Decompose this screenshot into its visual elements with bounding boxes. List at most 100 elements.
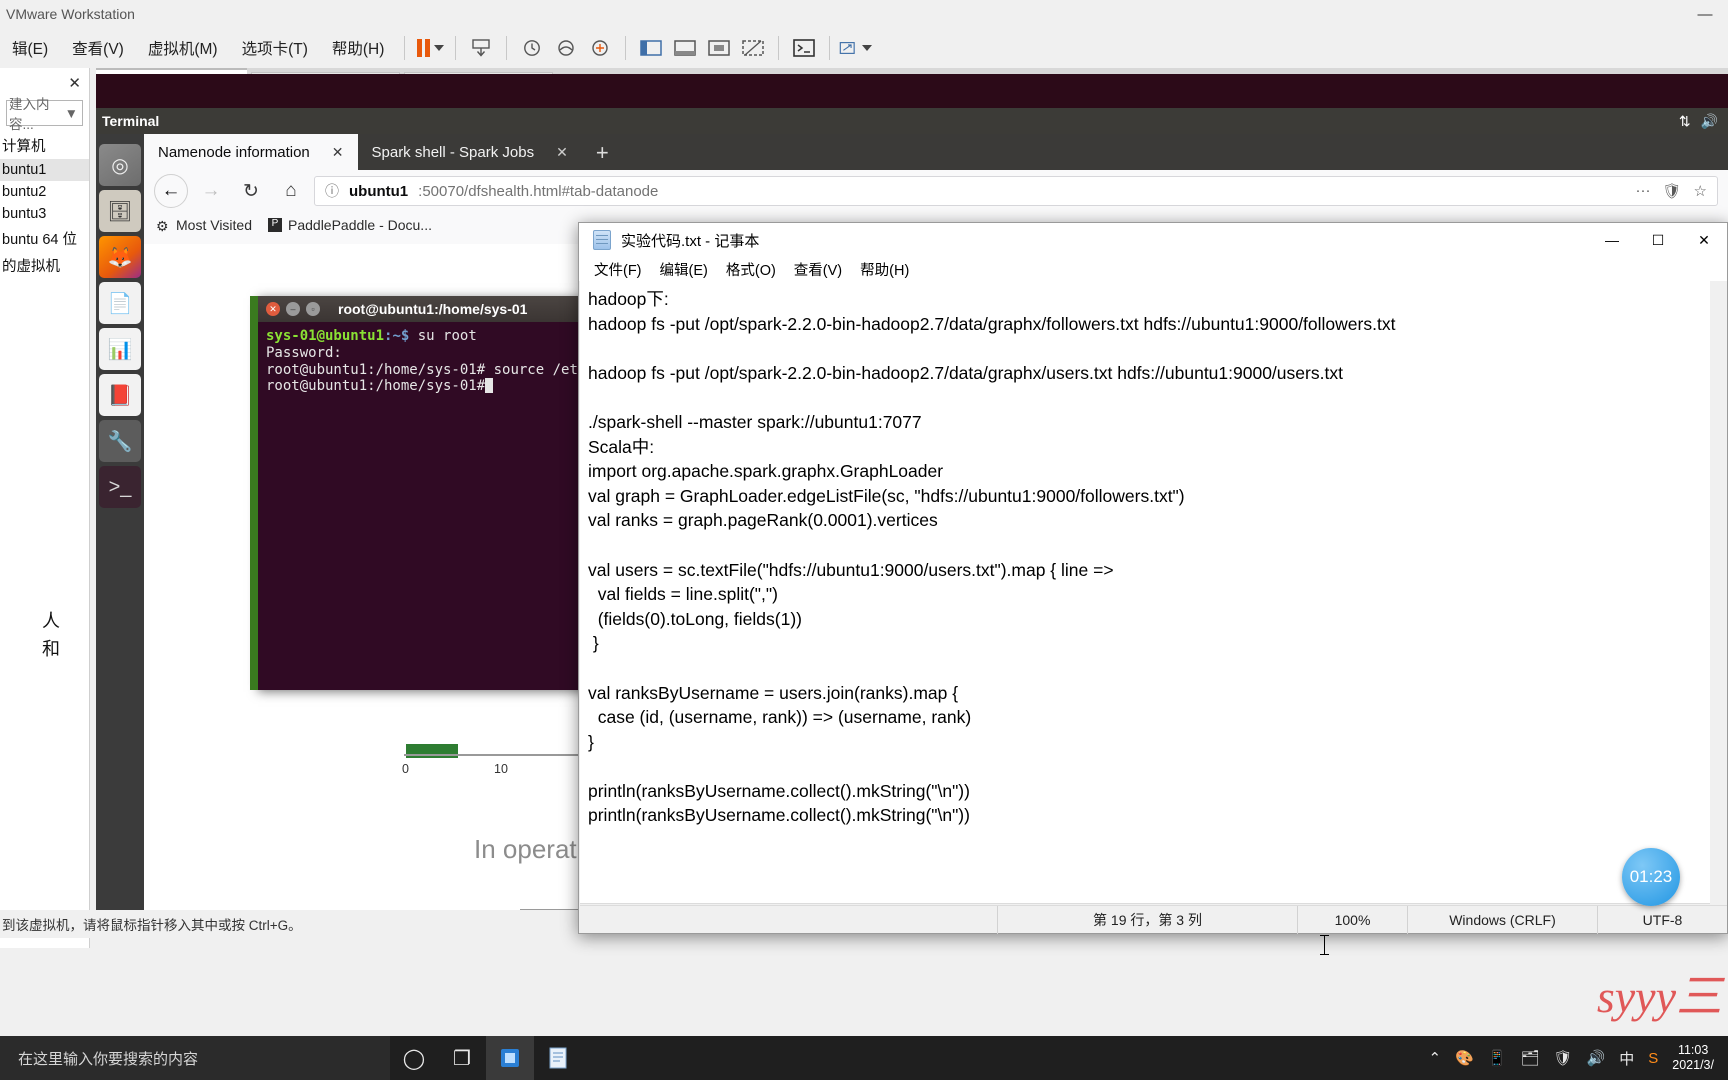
volume-icon[interactable]: 🔊 [1701, 113, 1718, 130]
software-center-icon[interactable]: 🔧 [99, 420, 141, 462]
url-host: ubuntu1 [349, 182, 409, 200]
close-icon[interactable]: ✕ [266, 302, 280, 316]
menu-view[interactable]: 查看(V) [785, 257, 851, 282]
cursor-position: 第 19 行，第 3 列 [997, 905, 1297, 934]
chevron-down-icon[interactable]: ▼ [65, 106, 82, 121]
watermark: syyy三 [1596, 971, 1722, 1022]
vmware-status-text: 到该虚拟机，请将鼠标指针移入其中或按 Ctrl+G。 [2, 918, 302, 933]
volume-icon[interactable]: 🔊 [1587, 1049, 1606, 1067]
maximize-button[interactable]: ☐ [1635, 223, 1681, 257]
shield-icon[interactable]: 🛡 [1663, 182, 1682, 200]
home-icon[interactable]: ⌂ [274, 174, 308, 208]
calc-icon[interactable]: 📊 [99, 328, 141, 370]
menu-edit[interactable]: 编辑(E) [651, 257, 717, 282]
notepad-titlebar: 实验代码.txt - 记事本 — ☐ ✕ [579, 223, 1727, 257]
timer-badge[interactable]: 01:23 [1622, 848, 1680, 906]
terminal-prompt-root: root@ubuntu1:/home/sys-01# [266, 378, 486, 395]
menu-view[interactable]: 查看(V) [60, 37, 136, 59]
bookmark-paddlepaddle[interactable]: P PaddlePaddle - Docu... [268, 217, 432, 233]
close-icon[interactable]: ✕ [332, 144, 344, 161]
terminal-edge-highlight [250, 296, 258, 690]
paddle-icon: P [268, 218, 282, 232]
notepad-taskbar-icon[interactable] [534, 1036, 582, 1080]
windows-search-input[interactable]: 在这里输入你要搜索的内容 [0, 1036, 390, 1080]
terminal-prompt-path: :~$ [384, 328, 410, 344]
network-icon[interactable]: ⇅ [1679, 113, 1691, 130]
show-hidden-icons-icon[interactable]: ⌃ [1429, 1049, 1442, 1067]
sogou-icon[interactable]: S [1648, 1050, 1658, 1067]
terminal-line-password: Password: [266, 344, 342, 361]
clock[interactable]: 11:03 2021/3/ [1672, 1043, 1718, 1073]
address-bar[interactable]: ⓘ ubuntu1:50070/dfshealth.html#tab-datan… [314, 176, 1718, 206]
shield-icon[interactable]: 🛡 [1554, 1049, 1573, 1067]
toolbar-divider [625, 36, 627, 60]
menu-help[interactable]: 帮助(H) [851, 257, 918, 282]
suspend-button[interactable] [413, 33, 447, 63]
phone-icon[interactable]: 📱 [1488, 1049, 1507, 1067]
new-tab-button[interactable]: + [582, 142, 623, 170]
bookmark-most-visited[interactable]: ⚙ Most Visited [156, 217, 252, 234]
vmware-minimize-button[interactable]: — [1682, 0, 1728, 28]
console-terminal-button[interactable] [787, 33, 821, 63]
files-icon[interactable]: 🗄 [99, 190, 141, 232]
palette-icon[interactable]: 🎨 [1455, 1049, 1474, 1067]
ubuntu-dash-icon[interactable]: ◎ [99, 144, 141, 186]
back-icon[interactable]: ← [154, 174, 188, 208]
library-item-ubuntu64[interactable]: buntu 64 位 [0, 225, 89, 252]
reload-icon[interactable]: ↻ [234, 174, 268, 208]
menu-file[interactable]: 文件(F) [585, 257, 651, 282]
firefox-tabstrip: Namenode information ✕ Spark shell - Spa… [144, 134, 1728, 170]
task-view-icon[interactable]: ❐ [438, 1036, 486, 1080]
bookmark-star-icon[interactable]: ☆ [1694, 182, 1707, 200]
ime-mode-icon[interactable]: 中 [1619, 1048, 1634, 1069]
vmware-taskbar-icon[interactable] [486, 1036, 534, 1080]
toolbar-divider [778, 36, 780, 60]
library-search-input[interactable]: 建入内容... ▼ [6, 97, 83, 132]
show-console-view-button[interactable] [668, 33, 702, 63]
menu-edit[interactable]: 辑(E) [0, 37, 60, 59]
unity-mode-button[interactable] [736, 33, 770, 63]
take-snapshot-button[interactable] [583, 33, 617, 63]
axis-tick-10: 10 [494, 762, 508, 776]
terminal-icon[interactable]: >_ [99, 466, 141, 508]
library-item-ubuntu3[interactable]: buntu3 [0, 203, 89, 225]
fullscreen-button[interactable] [702, 33, 736, 63]
snapshot-manager-button[interactable] [549, 33, 583, 63]
firefox-tab-sparkjobs[interactable]: Spark shell - Spark Jobs ✕ [358, 134, 582, 170]
writer-icon[interactable]: 📄 [99, 282, 141, 324]
folder-icon[interactable]: 🗂 [1520, 1049, 1539, 1067]
menu-vm[interactable]: 虚拟机(M) [136, 37, 230, 59]
chevron-down-icon[interactable] [433, 45, 444, 51]
snapshot-button[interactable] [464, 33, 498, 63]
impress-icon[interactable]: 📕 [99, 374, 141, 416]
firefox-icon[interactable]: 🦊 [99, 236, 141, 278]
library-item-ubuntu1[interactable]: buntu1 [0, 159, 89, 181]
chevron-down-icon[interactable] [862, 45, 873, 51]
library-item-mycomputer[interactable]: 计算机 [0, 132, 89, 159]
terminal-prompt-root: root@ubuntu1:/home/sys-01# [266, 361, 486, 378]
library-item-ubuntu2[interactable]: buntu2 [0, 181, 89, 203]
windows-taskbar: 在这里输入你要搜索的内容 ◯ ❐ ⌃ 🎨 📱 🗂 🛡 🔊 中 S 11:03 2… [0, 1036, 1728, 1080]
page-actions-icon[interactable]: ··· [1636, 182, 1651, 200]
revert-snapshot-button[interactable] [515, 33, 549, 63]
menu-format[interactable]: 格式(O) [717, 257, 785, 282]
close-icon[interactable]: ✕ [556, 144, 568, 161]
minimize-icon[interactable]: – [286, 302, 300, 316]
notepad-statusbar: 第 19 行，第 3 列 100% Windows (CRLF) UTF-8 [580, 905, 1727, 934]
menu-tabs[interactable]: 选项卡(T) [230, 37, 320, 59]
firefox-tab-namenode[interactable]: Namenode information ✕ [144, 134, 358, 170]
page-info-icon[interactable]: ⓘ [325, 181, 339, 201]
forward-icon[interactable]: → [194, 174, 228, 208]
library-close-icon[interactable]: ✕ [68, 74, 81, 92]
menu-help[interactable]: 帮助(H) [320, 37, 397, 59]
show-library-button[interactable] [634, 33, 668, 63]
send-keys-button[interactable] [838, 33, 873, 63]
library-item-shared-vms[interactable]: 的虚拟机 [0, 252, 89, 279]
close-button[interactable]: ✕ [1681, 223, 1727, 257]
minimize-button[interactable]: — [1589, 223, 1635, 257]
ubuntu-indicators: ⇅ 🔊 [1679, 113, 1728, 130]
cortana-icon[interactable]: ◯ [390, 1036, 438, 1080]
tab-label: Namenode information [158, 143, 310, 161]
notepad-text-area[interactable]: hadoop下: hadoop fs -put /opt/spark-2.2.0… [580, 281, 1710, 905]
maximize-icon[interactable]: ▫ [306, 302, 320, 316]
